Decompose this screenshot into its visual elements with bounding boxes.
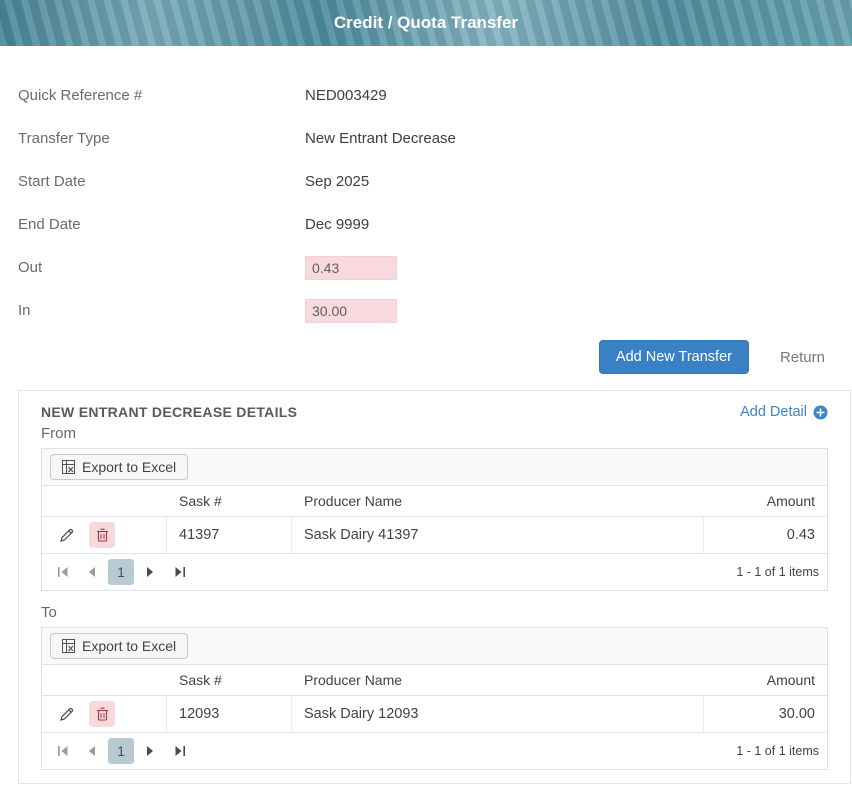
first-page-button[interactable] [50, 738, 76, 764]
to-grid-toolbar: Export to Excel [42, 628, 827, 665]
out-label: Out [18, 259, 305, 276]
from-export-excel-button[interactable]: Export to Excel [50, 454, 188, 480]
edit-button[interactable] [54, 701, 80, 727]
to-table-row: 12093 Sask Dairy 12093 30.00 [42, 696, 827, 733]
form-row-start-date: Start Date Sep 2025 [18, 160, 852, 203]
from-row-amount: 0.43 [704, 517, 827, 553]
page-header: Credit / Quota Transfer [0, 0, 852, 46]
to-col-producer: Producer Name [292, 665, 704, 695]
trash-icon [96, 707, 109, 721]
to-row-amount: 30.00 [704, 696, 827, 732]
out-field[interactable] [305, 256, 397, 280]
prev-page-button[interactable] [79, 738, 105, 764]
details-title: NEW ENTRANT DECREASE DETAILS [41, 404, 297, 420]
next-page-button[interactable] [137, 738, 163, 764]
add-new-transfer-button[interactable]: Add New Transfer [599, 340, 749, 374]
from-col-sask: Sask # [167, 486, 292, 516]
page-number-button[interactable]: 1 [108, 559, 134, 585]
in-label: In [18, 302, 305, 319]
to-grid-pager: 1 1 - 1 of 1 items [42, 733, 827, 769]
pencil-icon [60, 707, 74, 721]
page-title: Credit / Quota Transfer [334, 13, 518, 33]
pencil-icon [60, 528, 74, 542]
edit-button[interactable] [54, 522, 80, 548]
from-col-amount: Amount [704, 486, 827, 516]
to-export-excel-button[interactable]: Export to Excel [50, 633, 188, 659]
to-col-amount: Amount [704, 665, 827, 695]
last-page-button[interactable] [166, 738, 192, 764]
details-panel: NEW ENTRANT DECREASE DETAILS Add Detail … [18, 390, 851, 784]
pager-info: 1 - 1 of 1 items [736, 565, 819, 579]
in-field[interactable] [305, 299, 397, 323]
to-row-producer: Sask Dairy 12093 [292, 696, 704, 732]
from-grid-pager: 1 1 - 1 of 1 items [42, 554, 827, 590]
prev-page-button[interactable] [79, 559, 105, 585]
delete-button[interactable] [89, 522, 115, 548]
from-table-row: 41397 Sask Dairy 41397 0.43 [42, 517, 827, 554]
to-col-actions [42, 665, 167, 695]
actions-row: Add New Transfer Return [0, 340, 852, 374]
first-page-button[interactable] [50, 559, 76, 585]
form-row-out: Out [18, 246, 852, 289]
transfer-form: Quick Reference # NED003429 Transfer Typ… [0, 46, 852, 332]
from-grid: Export to Excel Sask # Producer Name Amo… [41, 448, 828, 591]
return-link[interactable]: Return [780, 349, 825, 366]
delete-button[interactable] [89, 701, 115, 727]
from-col-producer: Producer Name [292, 486, 704, 516]
form-row-transfer-type: Transfer Type New Entrant Decrease [18, 117, 852, 160]
to-section-label: To [19, 601, 850, 627]
from-row-actions-cell [42, 517, 167, 553]
last-page-button[interactable] [166, 559, 192, 585]
form-row-quick-reference: Quick Reference # NED003429 [18, 74, 852, 117]
from-export-excel-label: Export to Excel [82, 459, 176, 475]
from-grid-header: Sask # Producer Name Amount [42, 486, 827, 517]
trash-icon [96, 528, 109, 542]
add-detail-label: Add Detail [740, 404, 807, 420]
page-number-button[interactable]: 1 [108, 738, 134, 764]
to-grid-header: Sask # Producer Name Amount [42, 665, 827, 696]
pager-info: 1 - 1 of 1 items [736, 744, 819, 758]
panel-title-row: NEW ENTRANT DECREASE DETAILS Add Detail [19, 391, 850, 422]
from-section-label: From [19, 422, 850, 448]
to-row-sask: 12093 [167, 696, 292, 732]
to-export-excel-label: Export to Excel [82, 638, 176, 654]
excel-file-icon [62, 460, 75, 474]
start-date-label: Start Date [18, 173, 305, 190]
end-date-label: End Date [18, 216, 305, 233]
transfer-type-label: Transfer Type [18, 130, 305, 147]
to-row-actions-cell [42, 696, 167, 732]
end-date-value: Dec 9999 [305, 216, 369, 233]
from-row-sask: 41397 [167, 517, 292, 553]
to-grid: Export to Excel Sask # Producer Name Amo… [41, 627, 828, 770]
plus-circle-icon [813, 405, 828, 420]
add-detail-link[interactable]: Add Detail [740, 404, 828, 420]
transfer-type-value: New Entrant Decrease [305, 130, 456, 147]
quick-reference-value: NED003429 [305, 87, 387, 104]
from-row-producer: Sask Dairy 41397 [292, 517, 704, 553]
excel-file-icon [62, 639, 75, 653]
from-col-actions [42, 486, 167, 516]
quick-reference-label: Quick Reference # [18, 87, 305, 104]
start-date-value: Sep 2025 [305, 173, 369, 190]
to-col-sask: Sask # [167, 665, 292, 695]
form-row-in: In [18, 289, 852, 332]
next-page-button[interactable] [137, 559, 163, 585]
form-row-end-date: End Date Dec 9999 [18, 203, 852, 246]
from-grid-toolbar: Export to Excel [42, 449, 827, 486]
